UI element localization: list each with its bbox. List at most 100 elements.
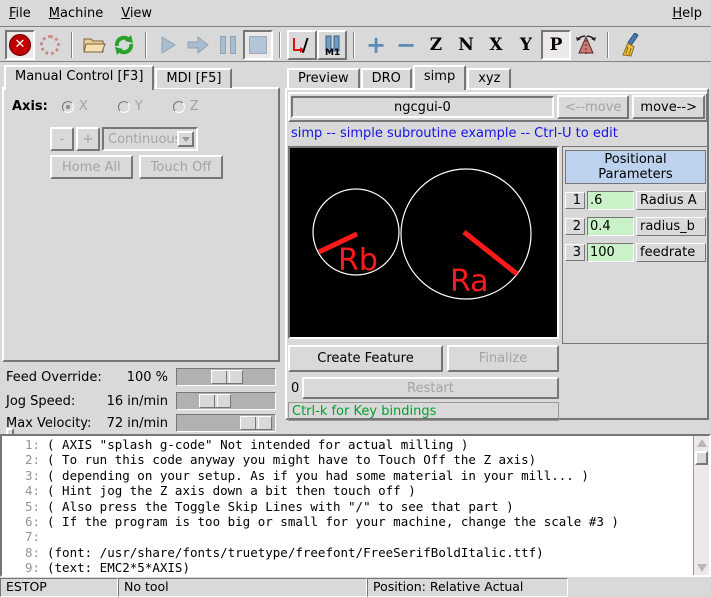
- param-name-button[interactable]: Radius A: [636, 191, 706, 210]
- finalize-button[interactable]: Finalize: [447, 345, 559, 372]
- param-name-button[interactable]: feedrate: [636, 243, 706, 262]
- view-x-icon: X: [489, 35, 502, 55]
- homing-controls: Home All Touch Off: [50, 155, 223, 179]
- svg-text:M1: M1: [325, 48, 340, 56]
- right-tab-bar: Preview DRO simp xyz: [287, 64, 512, 88]
- subroutine-info-label: simp -- simple subroutine example -- Ctr…: [291, 126, 618, 141]
- param-value-field[interactable]: [587, 243, 634, 262]
- jog-controls: - + Continuous: [50, 127, 198, 151]
- view-z-icon: Z: [430, 35, 442, 55]
- toolbar-separator: [279, 32, 281, 58]
- jog-minus-button[interactable]: -: [50, 127, 74, 151]
- toolbar: ✕: [0, 28, 711, 62]
- menu-view[interactable]: View: [112, 1, 161, 26]
- status-position-mode: Position: Relative Actual: [367, 578, 568, 597]
- estop-button[interactable]: ✕: [5, 30, 35, 60]
- open-file-button[interactable]: [79, 30, 109, 60]
- step-icon: [186, 36, 210, 54]
- axis-radio-y[interactable]: Y: [118, 99, 143, 114]
- tab-dro[interactable]: DRO: [361, 68, 412, 88]
- machine-power-button[interactable]: [35, 30, 65, 60]
- create-feature-button[interactable]: Create Feature: [288, 345, 443, 372]
- move-right-button[interactable]: move-->: [632, 95, 705, 119]
- optional-pause-m1-button[interactable]: M1: [317, 30, 347, 60]
- skip-lines-icon: /: [291, 34, 313, 56]
- zoom-in-button[interactable]: +: [361, 30, 391, 60]
- view-y-icon: Y: [520, 35, 532, 55]
- param-value-field[interactable]: [587, 217, 634, 236]
- pause-button[interactable]: [213, 30, 243, 60]
- clear-plot-button[interactable]: [615, 30, 645, 60]
- param-value-field[interactable]: [587, 191, 634, 210]
- menu-file[interactable]: File: [0, 1, 40, 26]
- ngcgui-name-field[interactable]: [291, 96, 554, 118]
- subroutine-preview-canvas[interactable]: Rb Ra: [290, 148, 557, 337]
- move-left-button[interactable]: <--move: [557, 95, 630, 119]
- stop-button[interactable]: [243, 30, 273, 60]
- tab-mdi[interactable]: MDI [F5]: [155, 68, 232, 88]
- menu-help[interactable]: Help: [663, 1, 711, 26]
- gcode-scrollbar[interactable]: [693, 436, 709, 575]
- axis-selector: Axis: X Y Z: [12, 99, 199, 114]
- reload-button[interactable]: [109, 30, 139, 60]
- preview-notebook-pane: Preview DRO simp xyz <--move move--> sim…: [283, 62, 711, 433]
- feed-override-slider[interactable]: [176, 368, 276, 386]
- status-machine-state: ESTOP: [0, 578, 118, 597]
- small-radius-label: Rb: [338, 243, 378, 278]
- scroll-down-arrow[interactable]: [695, 561, 709, 575]
- zoom-in-icon: +: [366, 35, 386, 55]
- zoom-out-button[interactable]: −: [391, 30, 421, 60]
- estop-icon: ✕: [9, 34, 31, 56]
- view-y-button[interactable]: Y: [511, 30, 541, 60]
- axis-radio-z[interactable]: Z: [173, 99, 199, 114]
- jog-plus-button[interactable]: +: [76, 127, 100, 151]
- param-index: 1: [565, 192, 585, 209]
- restart-button[interactable]: Restart: [302, 377, 559, 399]
- feed-override-handle[interactable]: [211, 370, 243, 384]
- max-velocity-slider[interactable]: [176, 414, 276, 432]
- param-name-button[interactable]: radius_b: [636, 217, 706, 236]
- tab-simp[interactable]: simp: [413, 65, 466, 90]
- axis-radio-x[interactable]: X: [62, 99, 88, 114]
- scrollbar-thumb[interactable]: [695, 451, 708, 465]
- zoom-out-icon: −: [396, 35, 416, 55]
- radio-y-icon: [118, 101, 130, 113]
- pause-icon: [220, 36, 236, 54]
- combo-arrow-icon: [177, 131, 194, 147]
- status-tool: No tool: [118, 578, 367, 597]
- radio-z-icon: [173, 101, 185, 113]
- rotate-view-button[interactable]: [571, 30, 601, 60]
- param-row: 3 feedrate: [565, 243, 706, 262]
- home-all-button[interactable]: Home All: [50, 155, 133, 179]
- jog-speed-slider[interactable]: [176, 392, 276, 410]
- scroll-up-arrow[interactable]: [695, 436, 709, 450]
- toggle-skip-lines-button[interactable]: /: [287, 30, 317, 60]
- view-z-button[interactable]: Z: [421, 30, 451, 60]
- positional-parameters-panel: Positional Parameters 1 Radius A 2 radiu…: [562, 146, 709, 344]
- max-velocity-row: Max Velocity: 72 in/min: [6, 413, 278, 433]
- step-button[interactable]: [183, 30, 213, 60]
- axis-label: Axis:: [12, 99, 48, 114]
- manual-control-body: Axis: X Y Z -: [2, 87, 280, 362]
- max-velocity-handle[interactable]: [240, 416, 272, 430]
- view-x-button[interactable]: X: [481, 30, 511, 60]
- view-z2-button[interactable]: N: [451, 30, 481, 60]
- max-velocity-value: 72 in/min: [102, 416, 168, 431]
- gcode-text-area[interactable]: 1:( AXIS "splash g-code" Not intended fo…: [0, 434, 711, 577]
- tab-preview[interactable]: Preview: [287, 68, 360, 88]
- jog-mode-select[interactable]: Continuous: [102, 127, 198, 151]
- feature-buttons-row: Create Feature Finalize: [288, 345, 559, 372]
- radio-x-icon: [62, 101, 74, 113]
- broom-icon: [617, 33, 643, 57]
- positional-parameters-title: Positional Parameters: [565, 150, 706, 184]
- jog-speed-handle[interactable]: [199, 394, 231, 408]
- run-button[interactable]: [153, 30, 183, 60]
- tab-manual-control[interactable]: Manual Control [F3]: [4, 65, 154, 90]
- touch-off-button[interactable]: Touch Off: [139, 155, 224, 179]
- menu-machine[interactable]: Machine: [40, 1, 112, 26]
- feed-override-label: Feed Override:: [6, 370, 102, 385]
- toolbar-separator: [71, 32, 73, 58]
- tab-xyz[interactable]: xyz: [467, 68, 511, 88]
- keybinding-hint: Ctrl-k for Key bindings: [288, 402, 559, 421]
- view-perspective-button[interactable]: P: [541, 30, 571, 60]
